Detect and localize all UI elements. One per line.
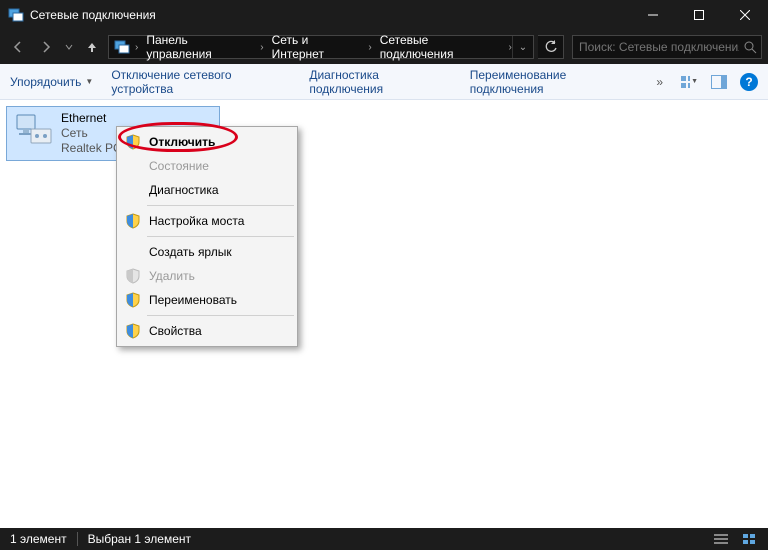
ctx-rename[interactable]: Переименовать	[119, 288, 295, 312]
titlebar: Сетевые подключения	[0, 0, 768, 30]
search-input[interactable]	[573, 40, 739, 54]
view-icons-button[interactable]: ▼	[680, 73, 698, 91]
forward-button[interactable]	[34, 35, 58, 59]
breadcrumb-control-panel[interactable]: Панель управления	[138, 33, 260, 61]
app-icon	[8, 7, 24, 23]
separator	[147, 315, 294, 316]
ctx-bridge[interactable]: Настройка моста	[119, 209, 295, 233]
overflow-button[interactable]: »	[656, 75, 662, 89]
help-button[interactable]: ?	[740, 73, 758, 91]
window-root: { "title": "Сетевые подключения", "bread…	[0, 0, 768, 550]
selection-count: Выбран 1 элемент	[88, 532, 191, 546]
rename-connection-button[interactable]: Переименование подключения	[470, 68, 639, 96]
ctx-delete: Удалить	[119, 264, 295, 288]
location-icon	[113, 38, 131, 56]
disable-device-button[interactable]: Отключение сетевого устройства	[111, 68, 291, 96]
separator	[147, 236, 294, 237]
recent-dropdown[interactable]	[62, 35, 76, 59]
shield-icon	[125, 134, 141, 150]
organize-label: Упорядочить	[10, 75, 81, 89]
network-adapter-icon	[13, 111, 53, 151]
ctx-status: Состояние	[119, 154, 295, 178]
ctx-label: Удалить	[149, 269, 195, 283]
divider	[77, 532, 78, 546]
minimize-button[interactable]	[630, 0, 676, 30]
breadcrumb-network-connections[interactable]: Сетевые подключения	[372, 33, 509, 61]
content-area[interactable]: Ethernet Сеть Realtek PCIe Отключить Сос…	[0, 100, 768, 528]
ctx-disable[interactable]: Отключить	[119, 130, 295, 154]
search-icon[interactable]	[739, 41, 761, 54]
shield-icon	[125, 268, 141, 284]
ctx-label: Свойства	[149, 324, 202, 338]
maximize-button[interactable]	[676, 0, 722, 30]
ctx-label: Создать ярлык	[149, 245, 232, 259]
ctx-label: Переименовать	[149, 293, 237, 307]
ctx-label: Настройка моста	[149, 214, 244, 228]
refresh-button[interactable]	[538, 35, 564, 59]
shield-icon	[125, 213, 141, 229]
chevron-down-icon: ▼	[85, 77, 93, 86]
close-button[interactable]	[722, 0, 768, 30]
item-count: 1 элемент	[10, 532, 67, 546]
ctx-label: Состояние	[149, 159, 209, 173]
history-dropdown[interactable]: ⌄	[512, 36, 533, 58]
details-view-button[interactable]	[712, 532, 730, 546]
large-icons-view-button[interactable]	[740, 532, 758, 546]
status-bar: 1 элемент Выбран 1 элемент	[0, 528, 768, 550]
ctx-label: Отключить	[149, 135, 215, 149]
command-bar: Упорядочить ▼ Отключение сетевого устрой…	[0, 64, 768, 100]
search-box[interactable]	[572, 35, 762, 59]
window-title: Сетевые подключения	[30, 8, 156, 22]
back-button[interactable]	[6, 35, 30, 59]
ctx-create-shortcut[interactable]: Создать ярлык	[119, 240, 295, 264]
address-bar: › Панель управления › Сеть и Интернет › …	[0, 30, 768, 64]
ctx-label: Диагностика	[149, 183, 219, 197]
context-menu: Отключить Состояние Диагностика Настройк…	[116, 126, 298, 347]
diagnose-connection-button[interactable]: Диагностика подключения	[309, 68, 451, 96]
organize-menu[interactable]: Упорядочить ▼	[10, 75, 93, 89]
adapter-name: Ethernet	[61, 111, 132, 126]
shield-icon	[125, 323, 141, 339]
breadcrumb[interactable]: › Панель управления › Сеть и Интернет › …	[108, 35, 534, 59]
separator	[147, 205, 294, 206]
preview-pane-button[interactable]	[710, 73, 728, 91]
up-button[interactable]	[80, 35, 104, 59]
chevron-down-icon: ▼	[691, 78, 698, 85]
shield-icon	[125, 292, 141, 308]
ctx-diagnose[interactable]: Диагностика	[119, 178, 295, 202]
ctx-properties[interactable]: Свойства	[119, 319, 295, 343]
breadcrumb-network-internet[interactable]: Сеть и Интернет	[264, 33, 369, 61]
